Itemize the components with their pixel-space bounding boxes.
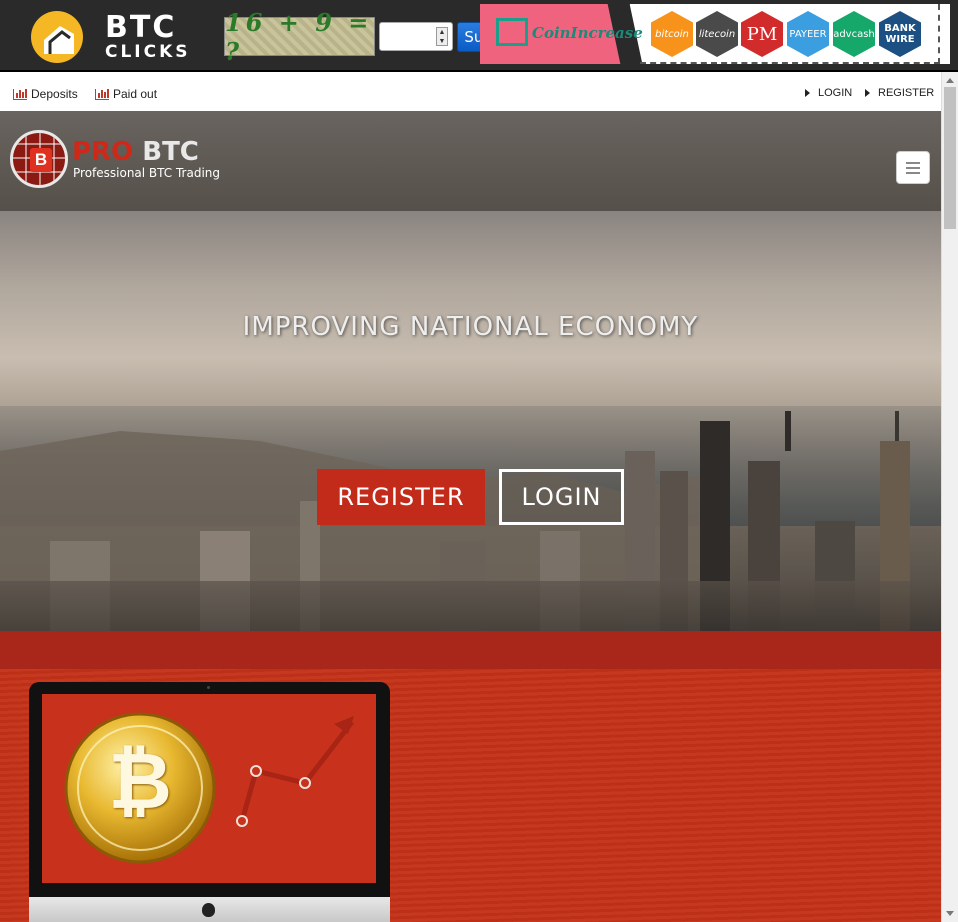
nav-deposits[interactable]: Deposits <box>13 87 78 101</box>
brand-pro: PRO <box>72 137 134 167</box>
monitor-camera <box>207 686 210 689</box>
page: BTC CLICKS 16 + 9 = ? ▲▼ Submit CoinIncr… <box>0 0 958 922</box>
badge-label: PM <box>746 23 778 45</box>
menu-line <box>906 161 920 164</box>
badge-label: advcash <box>833 28 875 40</box>
bitcoin-coin-symbol: ₿ <box>108 737 172 827</box>
bar-chart-icon <box>95 88 109 100</box>
badge-label: litecoin <box>698 28 736 40</box>
nav-deposits-label: Deposits <box>31 87 78 101</box>
hero-section <box>0 211 941 631</box>
nav-paid-out-label: Paid out <box>113 87 158 101</box>
nav-login[interactable]: LOGIN <box>805 87 852 99</box>
hero-login-button[interactable]: LOGIN <box>499 469 624 525</box>
bar-chart-icon <box>13 88 27 100</box>
logo-line1: BTC <box>105 10 177 45</box>
banner-brand: CoinIncrease <box>532 24 643 42</box>
caret-right-icon <box>865 89 870 97</box>
number-spinner[interactable]: ▲ ▼ <box>436 27 448 46</box>
badge-label: BANK WIRE <box>884 23 916 45</box>
captcha-image: 16 + 9 = ? <box>224 8 375 66</box>
bitcoin-growth-illustration <box>64 712 354 864</box>
page-scrollbar[interactable] <box>941 72 958 922</box>
brand-tagline: Professional BTC Trading <box>73 166 221 180</box>
captcha-answer-input[interactable]: ▲ ▼ <box>379 22 453 51</box>
monitor-screen: ₿ <box>42 694 376 883</box>
btc-clicks-logo-text[interactable]: BTC CLICKS <box>105 10 191 62</box>
apple-logo-icon <box>202 903 215 917</box>
brand-name[interactable]: PRO BTC <box>72 138 199 166</box>
scroll-thumb[interactable] <box>944 87 956 229</box>
badge-label: PAYEER <box>789 28 827 40</box>
nav-register[interactable]: REGISTER <box>865 87 934 99</box>
caret-right-icon <box>805 89 810 97</box>
hero-title: IMPROVING NATIONAL ECONOMY <box>242 312 699 342</box>
logo-line2: CLICKS <box>105 42 191 62</box>
hero-register-button[interactable]: REGISTER <box>317 469 485 525</box>
nav-paid-out[interactable]: Paid out <box>95 87 157 101</box>
brand-btc: BTC <box>142 137 199 167</box>
coinincrease-logo-icon <box>496 18 528 46</box>
btc-clicks-logo-icon[interactable] <box>30 10 86 64</box>
nav-register-label: REGISTER <box>878 87 935 99</box>
menu-line <box>906 166 920 169</box>
scroll-down-icon[interactable] <box>946 911 954 916</box>
badge-label: bitcoin <box>655 28 689 40</box>
pro-btc-logo-icon[interactable]: B <box>10 130 68 188</box>
hamburger-menu-button[interactable] <box>896 151 930 184</box>
nav-login-label: LOGIN <box>818 87 853 99</box>
logo-letter: B <box>30 148 52 172</box>
coinincrease-banner[interactable]: CoinIncrease bitcoin litecoin PM PAYEER … <box>480 4 950 64</box>
feature-section-stripe <box>0 631 941 669</box>
menu-line <box>906 171 920 174</box>
scroll-up-icon[interactable] <box>946 78 954 83</box>
